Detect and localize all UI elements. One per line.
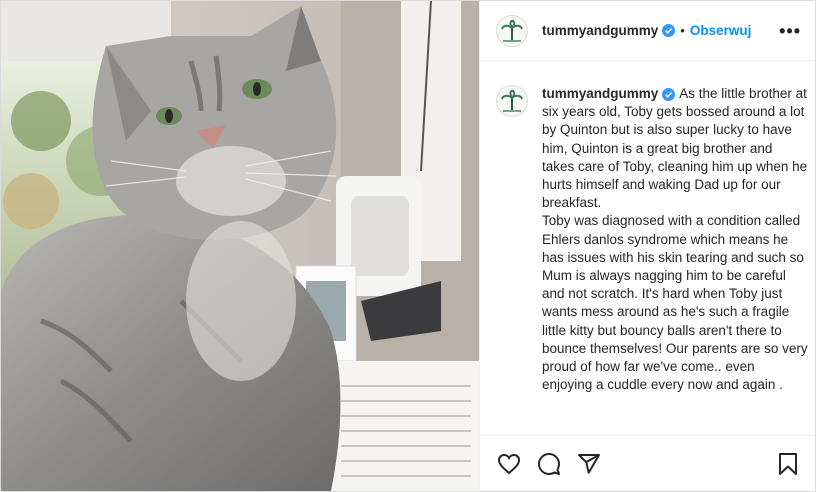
- follow-button[interactable]: Obserwuj: [690, 23, 752, 38]
- caption-body: tummyandgummy As the little brother at si…: [542, 85, 808, 394]
- comment-icon: [538, 452, 560, 475]
- save-button[interactable]: [775, 451, 801, 477]
- palm-tree-icon: [497, 15, 527, 46]
- bookmark-icon: [779, 452, 797, 475]
- caption-username-link[interactable]: tummyandgummy: [542, 86, 658, 101]
- post-header: tummyandgummy • Obserwuj •••: [480, 1, 815, 61]
- cat-photo: [1, 1, 479, 491]
- action-bar: [480, 435, 815, 491]
- avatar[interactable]: [496, 14, 528, 47]
- like-button[interactable]: [496, 451, 522, 477]
- post-caption: tummyandgummy As the little brother at si…: [496, 85, 808, 394]
- post-sidebar: tummyandgummy • Obserwuj ••• tummyandgum…: [479, 1, 815, 491]
- verified-badge-icon: [662, 87, 676, 101]
- more-options-icon[interactable]: •••: [779, 22, 801, 40]
- paper-plane-icon: [578, 453, 600, 474]
- palm-tree-icon: [497, 86, 527, 116]
- verified-badge-icon: [662, 24, 676, 37]
- share-button[interactable]: [576, 451, 602, 477]
- heart-icon: [497, 453, 521, 474]
- separator-dot: •: [680, 23, 685, 38]
- caption-avatar[interactable]: [496, 85, 528, 117]
- username-link[interactable]: tummyandgummy: [542, 23, 658, 38]
- instagram-post: tummyandgummy • Obserwuj ••• tummyandgum…: [0, 0, 816, 492]
- caption-text: As the little brother at six years old, …: [542, 86, 808, 393]
- comment-button[interactable]: [536, 451, 562, 477]
- post-image[interactable]: [1, 1, 479, 491]
